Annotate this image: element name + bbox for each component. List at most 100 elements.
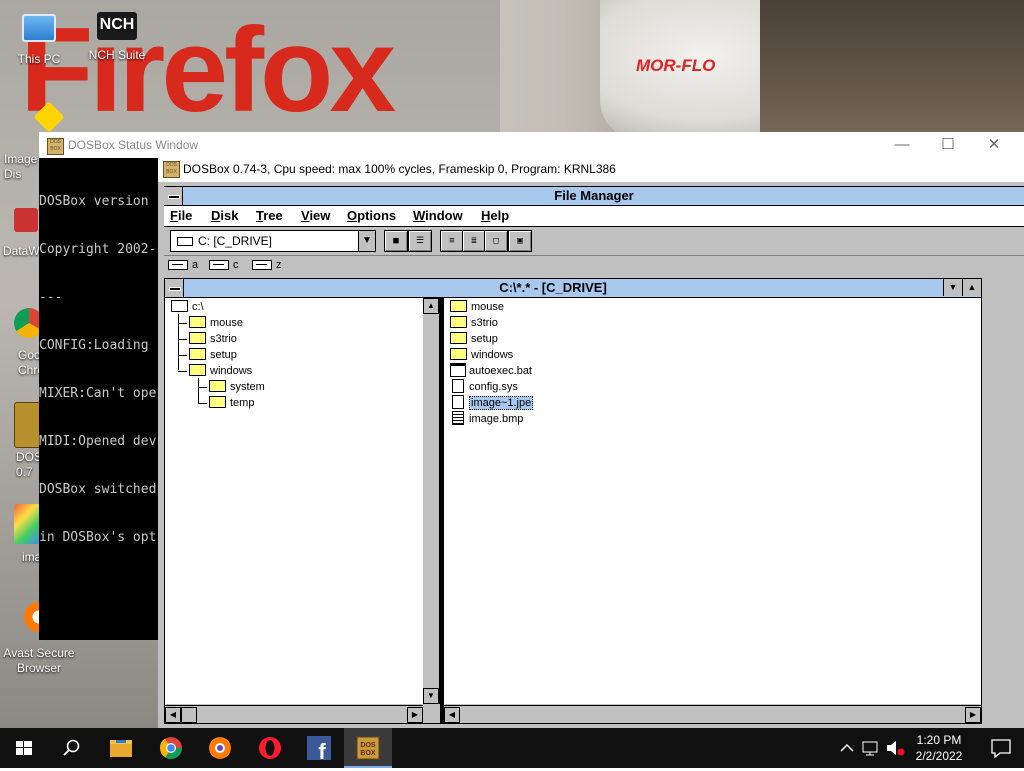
desktop-icon-this-pc[interactable]: This PC	[0, 12, 78, 67]
desktop-icon-dosbox[interactable]: DOS 0.7	[0, 402, 44, 480]
desktop-icon-dataw[interactable]: DataW	[0, 208, 40, 259]
search-button[interactable]	[48, 728, 96, 768]
desktop-icon-label: Goo Chro	[18, 348, 45, 377]
scroll-left-arrow-icon[interactable]: ◀	[165, 707, 181, 723]
file-name: setup	[471, 333, 498, 345]
sort-button[interactable]: □	[484, 230, 508, 252]
file-item-image-jpe-selected[interactable]: image~1.jpe	[450, 395, 534, 411]
menu-options[interactable]: Options	[347, 208, 396, 223]
computer-icon	[22, 14, 56, 42]
view-details-button[interactable]: ≣	[462, 230, 486, 252]
desktop-icon-image[interactable]: ima	[0, 504, 41, 565]
scroll-left-arrow-icon[interactable]: ◀	[444, 707, 460, 723]
minimize-button[interactable]: —	[879, 132, 925, 158]
taskbar-opera[interactable]	[246, 728, 294, 768]
file-item-mouse[interactable]: mouse	[450, 299, 504, 315]
system-clock[interactable]: 1:20 PM 2/2/2022	[900, 732, 978, 764]
tree-line	[198, 387, 207, 388]
file-item-s3trio[interactable]: s3trio	[450, 315, 498, 331]
tree-vertical-scrollbar[interactable]: ▲ ▼	[423, 298, 440, 704]
scroll-down-arrow-icon[interactable]: ▼	[423, 688, 439, 704]
minimize-button[interactable]: ▼	[943, 279, 962, 296]
dosbox-title: DOSBox 0.74-3, Cpu speed: max 100% cycle…	[183, 162, 616, 176]
menu-disk[interactable]: Disk	[211, 208, 238, 223]
drive-select[interactable]: C: [C_DRIVE] ▼	[170, 230, 376, 252]
search-icon	[63, 739, 80, 756]
scroll-right-arrow-icon[interactable]: ▶	[965, 707, 981, 723]
tree-item-system[interactable]: system	[209, 379, 265, 395]
desktop-icon-nch-suite[interactable]: NCH NCH Suite	[78, 12, 156, 63]
drive-select-value: C: [C_DRIVE]	[198, 234, 273, 248]
view-name-button[interactable]: ≡	[440, 230, 464, 252]
nch-icon: NCH	[97, 12, 137, 40]
file-manager-titlebar[interactable]: File Manager	[164, 186, 1024, 206]
taskbar-facebook[interactable]: f	[295, 728, 343, 768]
maximize-button[interactable]: ▲	[962, 279, 981, 296]
file-list[interactable]: mouse s3trio setup windows autoexec.bat …	[444, 298, 981, 704]
taskbar-chrome[interactable]	[147, 728, 195, 768]
dosbox-window[interactable]: DOS BOX DOSBox 0.74-3, Cpu speed: max 10…	[158, 156, 1024, 728]
dosbox-titlebar[interactable]: DOS BOX DOSBox 0.74-3, Cpu speed: max 10…	[158, 156, 1024, 182]
file-item-image-bmp[interactable]: image.bmp	[450, 411, 523, 427]
file-item-autoexec-bat[interactable]: autoexec.bat	[450, 363, 532, 379]
file-name: mouse	[471, 301, 505, 313]
dropdown-arrow-icon[interactable]: ▼	[358, 231, 375, 251]
drive-z[interactable]: z	[252, 259, 282, 271]
scroll-thumb[interactable]	[181, 707, 197, 723]
desktop-icon-image-display[interactable]: Image Dis	[0, 101, 65, 182]
taskbar-dosbox[interactable]: DOS BOX	[344, 728, 392, 768]
menu-view[interactable]: View	[301, 208, 330, 223]
app-icon	[14, 208, 38, 232]
file-item-config-sys[interactable]: config.sys	[450, 379, 518, 395]
toolbar: C: [C_DRIVE] ▼ ■ ☰ ≡ ≣ □ ▣	[164, 227, 1024, 256]
desktop-icon-label: NCH Suite	[88, 48, 146, 62]
directory-tree[interactable]: c:\ mouse s3trio setup windows system te…	[165, 298, 424, 704]
tree-item-s3trio[interactable]: s3trio	[189, 331, 237, 347]
console-line: in DOSBox's opt	[39, 530, 157, 545]
chevron-up-icon	[840, 743, 854, 752]
file-item-setup[interactable]: setup	[450, 331, 498, 347]
connect-drive-button[interactable]: ■	[384, 230, 408, 252]
file-item-windows[interactable]: windows	[450, 347, 513, 363]
tree-item-setup[interactable]: setup	[189, 347, 237, 363]
menu-window[interactable]: Window	[413, 208, 463, 223]
desktop-icon-label: This PC	[17, 52, 61, 66]
tree-item-label: system	[230, 381, 265, 393]
network-icon	[862, 741, 878, 756]
tree-item-windows[interactable]: windows	[189, 363, 252, 379]
disconnect-drive-button[interactable]: ☰	[408, 230, 432, 252]
tree-item-temp[interactable]: temp	[209, 395, 254, 411]
file-list-horizontal-scrollbar[interactable]: ◀ ▶	[444, 705, 981, 723]
scroll-up-arrow-icon[interactable]: ▲	[423, 298, 439, 314]
directory-window[interactable]: C:\*.* - [C_DRIVE] ▼ ▲ c:\ mouse s3trio …	[164, 278, 982, 724]
drive-c[interactable]: c	[209, 259, 239, 271]
maximize-button[interactable]: ☐	[925, 132, 971, 158]
menu-tree[interactable]: Tree	[256, 208, 283, 223]
close-button[interactable]: ✕	[971, 132, 1017, 158]
action-center-button[interactable]	[978, 728, 1024, 768]
tree-item-mouse[interactable]: mouse	[189, 315, 243, 331]
drive-a[interactable]: a	[168, 259, 198, 271]
tree-item-root[interactable]: c:\	[171, 299, 204, 315]
show-hidden-icons-button[interactable]	[836, 728, 858, 768]
avast-browser-icon	[209, 737, 231, 759]
sort-date-button[interactable]: ▣	[508, 230, 532, 252]
console-line: ---	[39, 290, 63, 305]
start-button[interactable]	[0, 728, 48, 768]
status-window-titlebar[interactable]: DOS BOX DOSBox Status Window — ☐ ✕	[39, 132, 1024, 158]
menu-help[interactable]: Help	[481, 208, 509, 223]
wallpaper-heater-brand: MOR-FLO	[636, 56, 716, 75]
network-tray-button[interactable]	[860, 728, 882, 768]
tree-horizontal-scrollbar[interactable]: ◀ ▶	[165, 705, 423, 723]
taskbar-avast-browser[interactable]	[196, 728, 244, 768]
desktop-icon-google-chrome[interactable]: Goo Chro	[0, 308, 45, 378]
taskbar-file-explorer[interactable]	[97, 728, 145, 768]
menu-file[interactable]: File	[170, 208, 192, 223]
opera-icon	[259, 737, 281, 759]
console-line: DOSBox version	[39, 194, 149, 209]
file-name: config.sys	[469, 381, 518, 393]
scroll-right-arrow-icon[interactable]: ▶	[407, 707, 423, 723]
folder-icon	[450, 348, 467, 361]
facebook-icon: f	[307, 736, 331, 764]
directory-window-titlebar[interactable]: C:\*.* - [C_DRIVE] ▼ ▲	[165, 279, 981, 298]
